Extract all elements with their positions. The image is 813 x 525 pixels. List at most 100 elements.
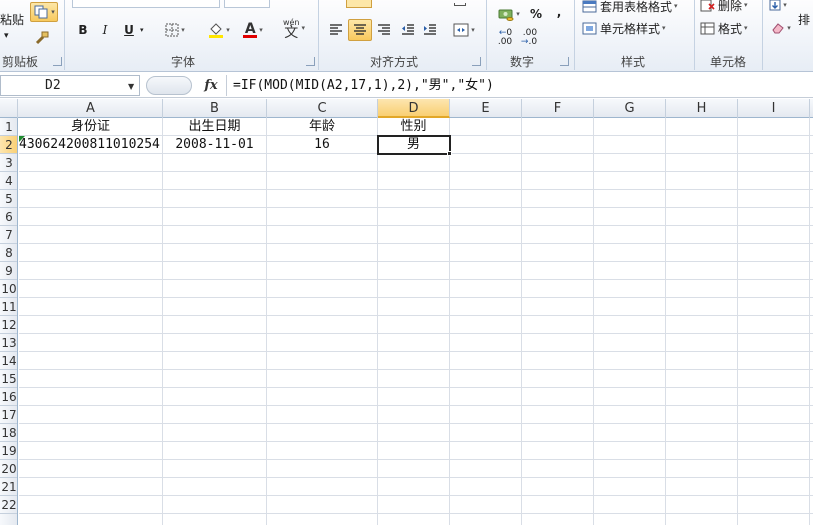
wrap-text-button[interactable]: [450, 0, 470, 8]
row-header[interactable]: 20: [0, 460, 17, 478]
row-header[interactable]: 2: [0, 136, 17, 154]
percent-button[interactable]: %: [528, 4, 544, 24]
cell-a2[interactable]: 430624200811010254: [19, 136, 162, 153]
column-header-h[interactable]: H: [666, 99, 738, 118]
borders-button[interactable]: ▾: [162, 20, 188, 40]
fill-color-button[interactable]: ▾: [204, 20, 234, 40]
italic-button[interactable]: I: [96, 20, 114, 40]
paste-label[interactable]: 粘贴: [0, 12, 24, 28]
accounting-format-button[interactable]: ▾: [494, 4, 524, 24]
paste-dropdown-caret[interactable]: ▾: [4, 28, 9, 44]
column-header-a[interactable]: A: [19, 99, 163, 118]
row-header[interactable]: 19: [0, 442, 17, 460]
select-all-corner[interactable]: [0, 99, 18, 118]
font-color-bar: [243, 34, 258, 38]
row-header[interactable]: 4: [0, 172, 17, 190]
clear-button[interactable]: ▾: [768, 18, 794, 38]
top-align-button[interactable]: [346, 0, 372, 8]
cell-d1[interactable]: 性别: [378, 118, 449, 135]
column-header-d[interactable]: D: [378, 99, 450, 118]
font-color-button[interactable]: A ▾: [238, 20, 268, 40]
underline-caret[interactable]: ▾: [140, 22, 144, 38]
underline-button[interactable]: U: [120, 20, 138, 40]
row-header[interactable]: 16: [0, 388, 17, 406]
align-right-icon: [378, 24, 390, 35]
decrease-indent-button[interactable]: [398, 20, 418, 40]
row-header[interactable]: 6: [0, 208, 17, 226]
column-header-f[interactable]: F: [522, 99, 594, 118]
row-header[interactable]: 9: [0, 262, 17, 280]
row-header[interactable]: 10: [0, 280, 17, 298]
grid-line: [593, 118, 594, 525]
row-header[interactable]: 14: [0, 352, 17, 370]
delete-cells-button[interactable]: 删除 ▾: [700, 0, 748, 14]
group-separator: [574, 0, 575, 70]
insert-function-button[interactable]: fx: [200, 76, 222, 95]
format-as-table-label: 套用表格格式: [600, 0, 673, 14]
formula-bar-splitter[interactable]: [146, 76, 192, 95]
bold-button[interactable]: B: [74, 20, 92, 40]
align-center-button[interactable]: [348, 19, 372, 41]
grid-line: [377, 118, 378, 525]
row-header[interactable]: 12: [0, 316, 17, 334]
excel-window: 粘贴 ▾ ▾ 剪贴板 B I U ▾ ▾ ▾ A ▾ wén 文 ▾ 字体 ▾ …: [0, 0, 813, 525]
row-header[interactable]: 21: [0, 478, 17, 496]
alignment-launcher[interactable]: [472, 57, 481, 66]
font-launcher[interactable]: [306, 57, 315, 66]
row-header[interactable]: 18: [0, 424, 17, 442]
merge-center-button[interactable]: ▾: [450, 20, 478, 40]
grid-line: [162, 118, 163, 525]
align-right-button[interactable]: [374, 20, 394, 40]
format-painter-button[interactable]: [30, 28, 54, 48]
cell-styles-button[interactable]: 单元格样式 ▾: [582, 18, 666, 38]
decrease-decimal-bottom: →.0: [520, 37, 538, 47]
cell-c2[interactable]: 16: [267, 136, 377, 153]
fill-handle[interactable]: [447, 151, 452, 156]
cell-b2[interactable]: 2008-11-01: [163, 136, 266, 153]
font-name-combo[interactable]: [72, 0, 220, 8]
row-header[interactable]: 11: [0, 298, 17, 316]
increase-indent-button[interactable]: [420, 20, 440, 40]
column-header-b[interactable]: B: [163, 99, 267, 118]
row-header[interactable]: 8: [0, 244, 17, 262]
cell-a1[interactable]: 身份证: [19, 118, 162, 135]
column-header-g[interactable]: G: [594, 99, 666, 118]
column-header-i[interactable]: I: [738, 99, 810, 118]
grid-line: [737, 118, 738, 525]
format-as-table-button[interactable]: 套用表格格式 ▾: [582, 0, 678, 15]
format-cells-button[interactable]: 格式 ▾: [700, 18, 748, 38]
row-header[interactable]: 7: [0, 226, 17, 244]
delete-cells-label: 删除: [718, 0, 743, 13]
clipboard-launcher[interactable]: [53, 57, 62, 66]
row-header[interactable]: 13: [0, 334, 17, 352]
fill-button[interactable]: ▾: [768, 0, 788, 14]
worksheet-grid[interactable]: 身份证 出生日期 年龄 性别 430624200811010254 2008-1…: [19, 118, 813, 525]
name-box-dropdown-icon[interactable]: ▼: [128, 82, 134, 91]
name-box[interactable]: D2: [0, 75, 140, 96]
row-header[interactable]: 5: [0, 190, 17, 208]
phonetic-char: 文: [284, 25, 299, 41]
row-header[interactable]: 22: [0, 496, 17, 514]
sort-filter-label[interactable]: 排: [798, 12, 810, 28]
decrease-decimal-button[interactable]: .00 →.0: [518, 28, 540, 48]
column-header-c[interactable]: C: [267, 99, 378, 118]
row-header[interactable]: 15: [0, 370, 17, 388]
group-separator: [486, 0, 487, 70]
column-header-e[interactable]: E: [450, 99, 522, 118]
increase-decimal-button[interactable]: ←0 .00: [494, 28, 516, 48]
formula-input[interactable]: =IF(MOD(MID(A2,17,1),2),"男","女"): [226, 75, 813, 96]
number-launcher[interactable]: [560, 57, 569, 66]
ribbon: 粘贴 ▾ ▾ 剪贴板 B I U ▾ ▾ ▾ A ▾ wén 文 ▾ 字体 ▾ …: [0, 0, 813, 72]
row-header[interactable]: 17: [0, 406, 17, 424]
group-separator: [318, 0, 319, 70]
row-header[interactable]: 1: [0, 118, 17, 136]
cell-b1[interactable]: 出生日期: [163, 118, 266, 135]
copy-button[interactable]: ▾: [30, 2, 58, 22]
increase-decimal-bottom: .00: [497, 37, 513, 47]
comma-button[interactable]: ,: [552, 2, 566, 22]
phonetic-button[interactable]: wén 文 ▾: [280, 18, 308, 41]
row-header[interactable]: 3: [0, 154, 17, 172]
font-size-combo[interactable]: [224, 0, 270, 8]
align-left-button[interactable]: [326, 20, 346, 40]
cell-c1[interactable]: 年龄: [267, 118, 377, 135]
